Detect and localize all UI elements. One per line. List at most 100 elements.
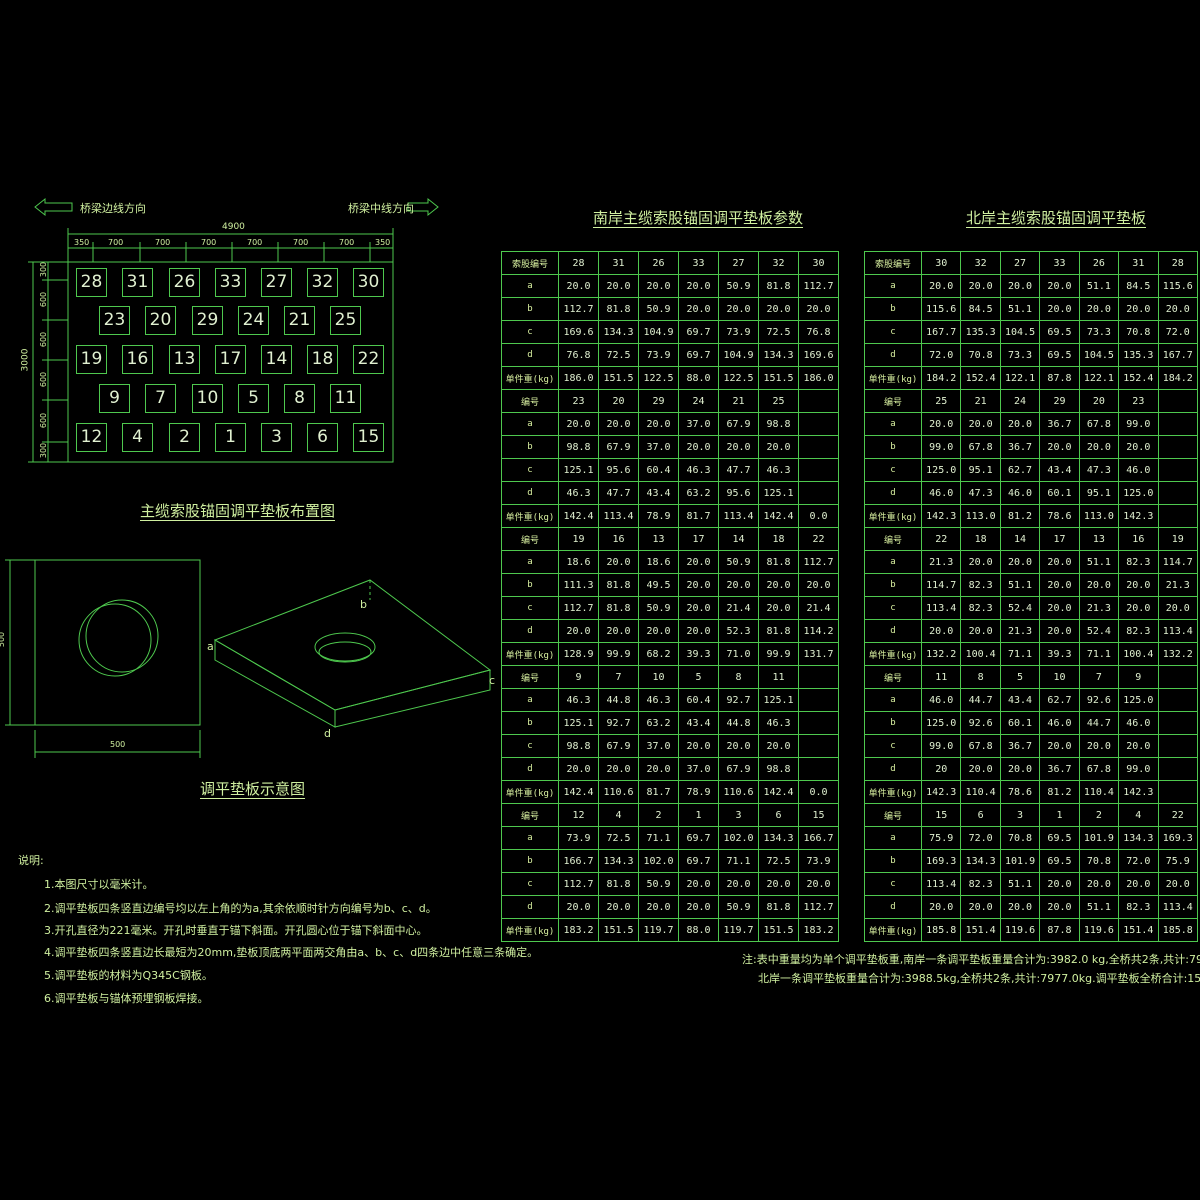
table-cell: 62.7 bbox=[999, 458, 1041, 482]
wedge-3d-outline bbox=[213, 579, 492, 728]
table-cell: 81.8 bbox=[758, 895, 799, 919]
table-cell: 25 bbox=[920, 389, 962, 413]
table-cell: 99.9 bbox=[758, 642, 799, 666]
row-header-cell: a bbox=[501, 550, 559, 574]
segment-dim: 350 bbox=[74, 238, 90, 247]
table-cell: 5 bbox=[999, 665, 1041, 689]
table-cell: 20.0 bbox=[1039, 274, 1080, 298]
table-cell: 73.9 bbox=[718, 320, 759, 344]
table-cell: 18.6 bbox=[558, 550, 599, 574]
table-cell: 51.1 bbox=[999, 573, 1041, 597]
table-row: a 75.9 72.0 70.8 69.5 101.9 134.3 169.3 bbox=[864, 826, 1199, 850]
table-row: 编号 19 16 13 17 14 18 22 bbox=[501, 527, 839, 551]
row-header-cell: 编号 bbox=[501, 803, 559, 827]
table-cell: 69.7 bbox=[678, 343, 719, 367]
table-cell: 24 bbox=[999, 389, 1041, 413]
table-cell: 113.4 bbox=[920, 872, 962, 896]
table-cell: 72.0 bbox=[920, 343, 962, 367]
table-cell: 21 bbox=[718, 389, 759, 413]
table-cell: 112.7 bbox=[798, 274, 839, 298]
row-header-cell: a bbox=[864, 688, 922, 712]
row-header-cell: a bbox=[864, 826, 922, 850]
table-cell: 20.0 bbox=[718, 872, 759, 896]
table-cell: 20.0 bbox=[920, 274, 962, 298]
table-cell: 151.5 bbox=[758, 918, 799, 942]
table-cell: 33 bbox=[678, 251, 719, 275]
table-row: d 20.0 20.0 20.0 20.0 50.9 81.8 112.7 bbox=[501, 895, 839, 919]
row-dim: 600 bbox=[39, 371, 49, 388]
table-cell: 72.0 bbox=[1118, 849, 1159, 873]
table-cell: 134.3 bbox=[758, 826, 799, 850]
corner-label-a: a bbox=[207, 640, 214, 653]
table-cell: 69.7 bbox=[678, 320, 719, 344]
table-row: a 20.0 20.0 20.0 36.7 67.8 99.0 bbox=[864, 412, 1199, 436]
table-cell: 1 bbox=[1039, 803, 1080, 827]
table-cell: 167.7 bbox=[1157, 343, 1199, 367]
table-cell: 151.5 bbox=[598, 918, 639, 942]
table-cell: 72.5 bbox=[598, 826, 639, 850]
table-cell: 81.8 bbox=[598, 297, 639, 321]
table-cell: 70.8 bbox=[1078, 849, 1120, 873]
table-cell: 82.3 bbox=[1118, 619, 1159, 643]
row-header-cell: d bbox=[864, 895, 922, 919]
row-header-cell: 单件重(kg) bbox=[501, 780, 559, 804]
table-cell: 20.0 bbox=[678, 596, 719, 620]
table-cell: 20.0 bbox=[999, 412, 1041, 436]
row-header-cell: d bbox=[501, 343, 559, 367]
table-cell: 132.2 bbox=[920, 642, 962, 666]
table-cell: 135.3 bbox=[960, 320, 1001, 344]
table-cell: 50.9 bbox=[638, 596, 679, 620]
table-cell: 142.3 bbox=[1118, 504, 1159, 528]
total-width-dim: 4900 bbox=[222, 222, 245, 232]
table-row: 单件重(kg) 142.3 113.0 81.2 78.6 113.0 142.3 bbox=[864, 504, 1199, 528]
table-cell: 76.8 bbox=[798, 320, 839, 344]
plate-position-cell: 32 bbox=[307, 268, 338, 297]
table-row: b 169.3 134.3 101.9 69.5 70.8 72.0 75.9 bbox=[864, 849, 1199, 873]
note-item: 5.调平垫板的材料为Q345C钢板。 bbox=[44, 969, 213, 982]
plate-position-cell: 1 bbox=[215, 423, 246, 452]
table-cell: 28 bbox=[558, 251, 599, 275]
table-cell: 101.9 bbox=[1078, 826, 1120, 850]
table-cell: 20.0 bbox=[598, 895, 639, 919]
table-row: 索股编号 30 32 27 33 26 31 28 bbox=[864, 251, 1199, 275]
row-header-cell: a bbox=[864, 550, 922, 574]
table-cell: 135.3 bbox=[1118, 343, 1159, 367]
table-cell: 7 bbox=[1078, 665, 1120, 689]
table-cell: 122.1 bbox=[1078, 366, 1120, 390]
row-header-cell: a bbox=[864, 412, 922, 436]
table-row: b 125.0 92.6 60.1 46.0 44.7 46.0 bbox=[864, 711, 1199, 735]
table-cell: 169.6 bbox=[558, 320, 599, 344]
row-dim: 300 bbox=[39, 261, 49, 278]
table-cell bbox=[1157, 734, 1199, 758]
table-cell: 99.0 bbox=[920, 435, 962, 459]
table-cell: 125.0 bbox=[1118, 481, 1159, 505]
table-cell: 46.3 bbox=[558, 481, 599, 505]
table-cell: 20.0 bbox=[1118, 734, 1159, 758]
plate-position-cell: 6 bbox=[307, 423, 338, 452]
table-cell: 20.0 bbox=[798, 297, 839, 321]
table-cell: 20.0 bbox=[960, 895, 1001, 919]
table-cell: 46.0 bbox=[1039, 711, 1080, 735]
row-header-cell: d bbox=[501, 757, 559, 781]
table-cell: 60.1 bbox=[999, 711, 1041, 735]
table-cell: 50.9 bbox=[718, 550, 759, 574]
table-cell: 8 bbox=[960, 665, 1001, 689]
table-cell: 78.6 bbox=[1039, 504, 1080, 528]
table-cell: 134.3 bbox=[960, 849, 1001, 873]
plate-position-cell: 2 bbox=[169, 423, 200, 452]
table-row: c 169.6 134.3 104.9 69.7 73.9 72.5 76.8 bbox=[501, 320, 839, 344]
row-header-cell: 单件重(kg) bbox=[501, 918, 559, 942]
table-cell: 114.7 bbox=[920, 573, 962, 597]
table-cell: 47.7 bbox=[598, 481, 639, 505]
table-cell: 20.0 bbox=[1078, 435, 1120, 459]
table-cell bbox=[798, 458, 839, 482]
table-cell: 20.0 bbox=[678, 274, 719, 298]
table-cell: 20.0 bbox=[1039, 573, 1080, 597]
table-cell: 11 bbox=[758, 665, 799, 689]
table-cell: 23 bbox=[1118, 389, 1159, 413]
table-cell: 82.3 bbox=[1118, 895, 1159, 919]
table-cell: 142.4 bbox=[558, 780, 599, 804]
row-header-cell: c bbox=[864, 872, 922, 896]
plate-position-cell: 33 bbox=[215, 268, 246, 297]
table-cell: 43.4 bbox=[1039, 458, 1080, 482]
